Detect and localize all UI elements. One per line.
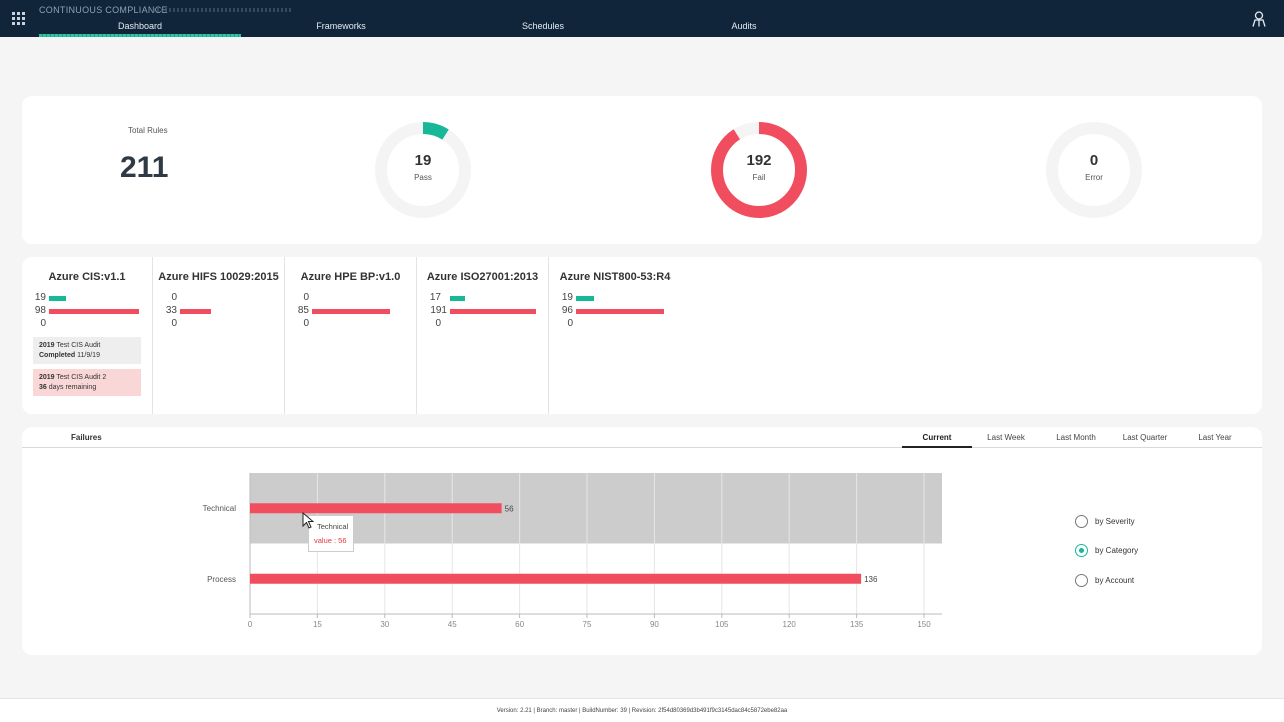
radio-label: by Category: [1095, 546, 1139, 555]
x-tick-label: 0: [248, 620, 253, 629]
version-footer: Version: 2.21 | Branch: master | BuildNu…: [0, 698, 1284, 722]
chart-tooltip: Technical value : 56: [308, 515, 354, 552]
x-tick-label: 60: [515, 620, 524, 629]
category-label-process: Process: [207, 575, 236, 584]
x-tick-label: 45: [448, 620, 457, 629]
bar-value-label: 136: [864, 575, 878, 584]
radio-label: by Account: [1095, 576, 1135, 585]
radio-by-account[interactable]: by Account: [1075, 574, 1195, 588]
radio-circle: [1075, 574, 1088, 587]
x-tick-label: 90: [650, 620, 659, 629]
bar-technical: [250, 503, 502, 514]
x-tick-label: 150: [917, 620, 931, 629]
radio-circle: [1075, 544, 1088, 557]
tooltip-title: Technical: [317, 522, 349, 531]
failures-bar-chart[interactable]: 0 15 30 45 60 75 90 105 120 135 150 56 136: [0, 0, 1284, 722]
x-tick-label: 120: [783, 620, 797, 629]
radio-label: by Severity: [1095, 517, 1135, 526]
radio-by-severity[interactable]: by Severity: [1075, 515, 1195, 529]
x-tick-label: 105: [715, 620, 729, 629]
mouse-cursor-icon: [302, 512, 314, 529]
x-tick-label: 75: [583, 620, 592, 629]
x-tick-label: 135: [850, 620, 864, 629]
x-tick-label: 30: [380, 620, 389, 629]
bar-value-label: 56: [505, 504, 514, 513]
tooltip-value: value : 56: [314, 536, 347, 545]
bar-process: [250, 573, 862, 584]
radio-selected-dot: [1078, 547, 1084, 553]
radio-by-category[interactable]: by Category: [1075, 544, 1195, 558]
category-label-technical: Technical: [202, 504, 236, 513]
x-tick-label: 15: [313, 620, 322, 629]
radio-circle: [1075, 515, 1088, 528]
